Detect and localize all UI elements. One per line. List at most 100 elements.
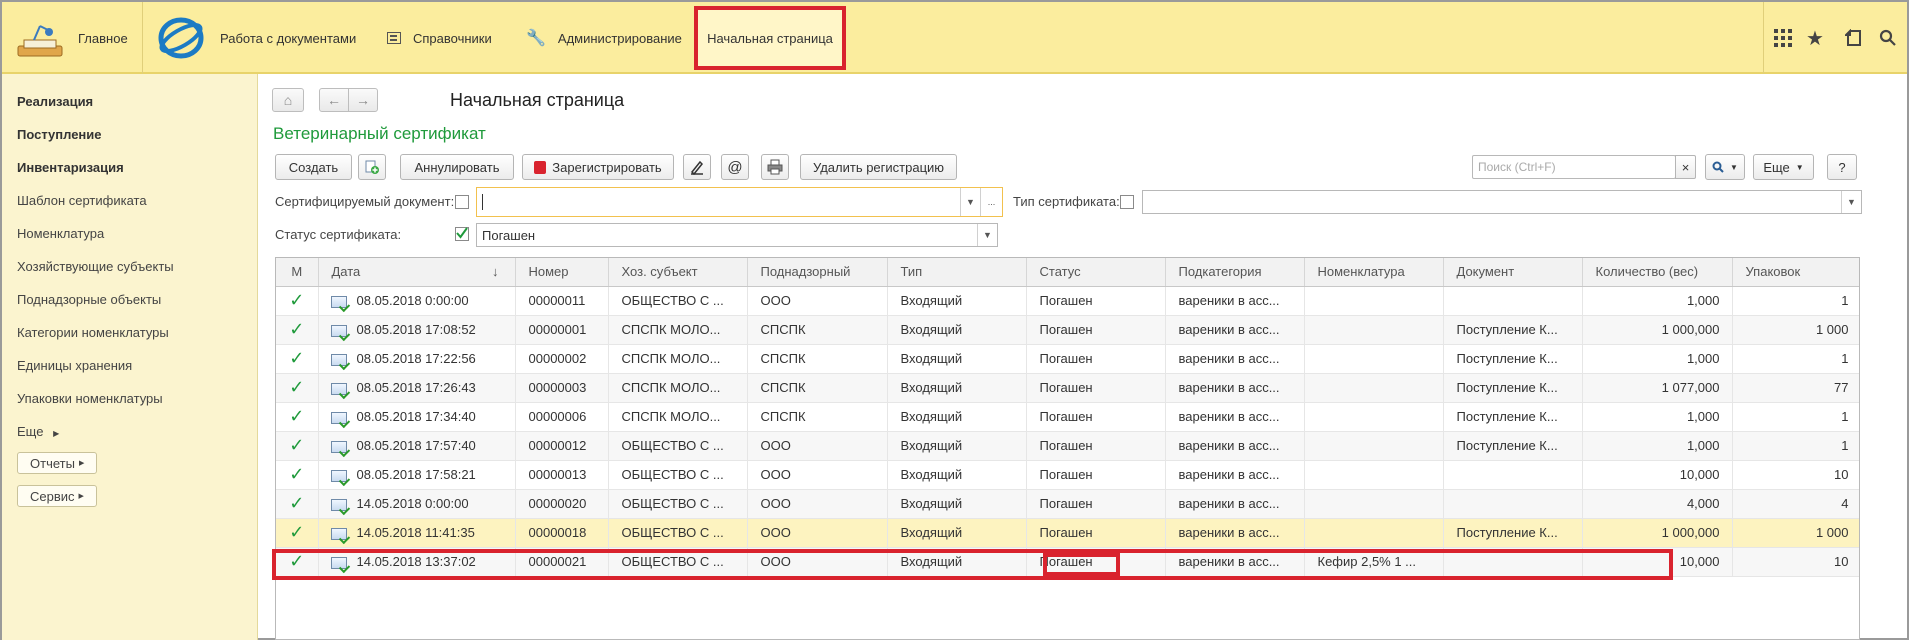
create-button[interactable]: Создать xyxy=(275,154,352,180)
help-button[interactable]: ? xyxy=(1827,154,1857,180)
cell-status[interactable]: Погашен xyxy=(1026,402,1166,432)
cell-date[interactable]: 08.05.2018 17:58:21 xyxy=(318,460,516,490)
cell-mark[interactable]: ✓ xyxy=(276,431,319,461)
cell-quantity[interactable]: 1,000 xyxy=(1582,344,1733,374)
cell-packages[interactable]: 1 xyxy=(1732,286,1859,316)
cell-number[interactable]: 00000002 xyxy=(515,344,609,374)
sidebar-item-nomenclature[interactable]: Номенклатура xyxy=(17,226,104,241)
cell-date[interactable]: 14.05.2018 11:41:35 xyxy=(318,518,516,548)
tab-home-page[interactable]: Начальная страница xyxy=(694,6,846,70)
apps-grid-icon[interactable] xyxy=(1771,26,1795,50)
cell-packages[interactable]: 1 xyxy=(1732,431,1859,461)
col-header-quantity[interactable]: Количество (вес) xyxy=(1582,258,1733,287)
cell-number[interactable]: 00000001 xyxy=(515,315,609,345)
section-documents[interactable]: Работа с документами xyxy=(156,2,356,74)
cell-supervised[interactable]: СПСПК xyxy=(747,402,888,432)
sidebar-item-storage-units[interactable]: Единицы хранения xyxy=(17,358,132,373)
section-administration[interactable]: 🔧 Администрирование xyxy=(526,2,682,74)
cell-status[interactable]: Погашен xyxy=(1026,431,1166,461)
cell-nomenclature[interactable] xyxy=(1304,344,1444,374)
cell-date[interactable]: 08.05.2018 17:57:40 xyxy=(318,431,516,461)
cell-quantity[interactable]: 1 000,000 xyxy=(1582,315,1733,345)
email-button[interactable]: @ xyxy=(721,154,749,180)
sidebar-item-nomenclature-categories[interactable]: Категории номенклатуры xyxy=(17,325,169,340)
sidebar-item-sales[interactable]: Реализация xyxy=(17,94,93,109)
table-row[interactable]: ✓ 14.05.2018 13:37:02 00000021 ОБЩЕСТВО С .… xyxy=(276,547,1859,577)
sidebar-item-supervised-objects[interactable]: Поднадзорные объекты xyxy=(17,292,161,307)
cell-quantity[interactable]: 1 000,000 xyxy=(1582,518,1733,548)
search-input-box[interactable]: Поиск (Ctrl+F) xyxy=(1472,155,1676,179)
cell-type[interactable]: Входящий xyxy=(887,286,1027,316)
cell-packages[interactable]: 10 xyxy=(1732,547,1859,577)
cell-subcategory[interactable]: вареники в асс... xyxy=(1165,460,1305,490)
cell-subcategory[interactable]: вареники в асс... xyxy=(1165,344,1305,374)
cell-quantity[interactable]: 1,000 xyxy=(1582,286,1733,316)
cell-mark[interactable]: ✓ xyxy=(276,489,319,519)
cell-mark[interactable]: ✓ xyxy=(276,547,319,577)
table-row[interactable]: ✓ 14.05.2018 0:00:00 00000020 ОБЩЕСТВО С ..… xyxy=(276,489,1859,519)
register-button[interactable]: Зарегистрировать xyxy=(522,154,674,180)
cell-packages[interactable]: 1 xyxy=(1732,344,1859,374)
cert-type-checkbox[interactable] xyxy=(1120,195,1134,209)
delete-registration-button[interactable]: Удалить регистрацию xyxy=(800,154,957,180)
cell-number[interactable]: 00000011 xyxy=(515,286,609,316)
sidebar-item-business-entities[interactable]: Хозяйствующие субъекты xyxy=(17,259,174,274)
cell-packages[interactable]: 1 000 xyxy=(1732,315,1859,345)
cell-status[interactable]: Погашен xyxy=(1026,547,1166,577)
cell-date[interactable]: 08.05.2018 0:00:00 xyxy=(318,286,516,316)
cell-document[interactable] xyxy=(1443,547,1583,577)
star-icon[interactable]: ★ xyxy=(1803,26,1827,50)
cert-status-input[interactable]: Погашен ▼ xyxy=(476,223,998,247)
col-header-supervised[interactable]: Поднадзорный xyxy=(747,258,888,287)
cell-date[interactable]: 08.05.2018 17:08:52 xyxy=(318,315,516,345)
cell-number[interactable]: 00000013 xyxy=(515,460,609,490)
cert-type-dropdown[interactable]: ▼ xyxy=(1841,191,1861,213)
cell-subject[interactable]: СПСПК МОЛО... xyxy=(608,402,748,432)
table-row[interactable]: ✓ 08.05.2018 0:00:00 00000011 ОБЩЕСТВО С ..… xyxy=(276,286,1859,316)
cell-mark[interactable]: ✓ xyxy=(276,344,319,374)
cell-document[interactable]: Поступление К... xyxy=(1443,373,1583,403)
cell-quantity[interactable]: 10,000 xyxy=(1582,547,1733,577)
cell-subject[interactable]: ОБЩЕСТВО С ... xyxy=(608,460,748,490)
cell-supervised[interactable]: ООО xyxy=(747,518,888,548)
table-row[interactable]: ✓ 08.05.2018 17:22:56 00000002 СПСПК МОЛО..… xyxy=(276,344,1859,374)
cell-subject[interactable]: ОБЩЕСТВО С ... xyxy=(608,518,748,548)
cell-nomenclature[interactable] xyxy=(1304,286,1444,316)
sidebar-item-receipts[interactable]: Поступление xyxy=(17,127,102,142)
col-header-date[interactable]: Дата ↓ xyxy=(318,258,516,287)
cell-document[interactable]: Поступление К... xyxy=(1443,344,1583,374)
cell-mark[interactable]: ✓ xyxy=(276,315,319,345)
cell-status[interactable]: Погашен xyxy=(1026,489,1166,519)
cell-subcategory[interactable]: вареники в асс... xyxy=(1165,547,1305,577)
cell-type[interactable]: Входящий xyxy=(887,373,1027,403)
col-header-type[interactable]: Тип xyxy=(887,258,1027,287)
cell-subcategory[interactable]: вареники в асс... xyxy=(1165,431,1305,461)
cell-supervised[interactable]: СПСПК xyxy=(747,344,888,374)
cell-quantity[interactable]: 10,000 xyxy=(1582,460,1733,490)
cell-quantity[interactable]: 1 077,000 xyxy=(1582,373,1733,403)
col-header-mark[interactable]: М xyxy=(276,258,319,287)
cell-type[interactable]: Входящий xyxy=(887,518,1027,548)
cell-date[interactable]: 08.05.2018 17:34:40 xyxy=(318,402,516,432)
cell-mark[interactable]: ✓ xyxy=(276,518,319,548)
cell-supervised[interactable]: ООО xyxy=(747,489,888,519)
search-icon[interactable] xyxy=(1876,26,1900,50)
cell-quantity[interactable]: 4,000 xyxy=(1582,489,1733,519)
cell-nomenclature[interactable] xyxy=(1304,402,1444,432)
cell-type[interactable]: Входящий xyxy=(887,402,1027,432)
sidebar-item-packages[interactable]: Упаковки номенклатуры xyxy=(17,391,163,406)
cell-nomenclature[interactable] xyxy=(1304,315,1444,345)
cell-subject[interactable]: ОБЩЕСТВО С ... xyxy=(608,286,748,316)
cell-type[interactable]: Входящий xyxy=(887,460,1027,490)
col-header-nomenclature[interactable]: Номенклатура xyxy=(1304,258,1444,287)
cert-type-input[interactable]: ▼ xyxy=(1142,190,1862,214)
cell-nomenclature[interactable] xyxy=(1304,431,1444,461)
table-row[interactable]: ✓ 08.05.2018 17:08:52 00000001 СПСПК МОЛО..… xyxy=(276,315,1859,345)
col-header-subject[interactable]: Хоз. субъект xyxy=(608,258,748,287)
cell-subject[interactable]: СПСПК МОЛО... xyxy=(608,344,748,374)
col-header-subcategory[interactable]: Подкатегория xyxy=(1165,258,1305,287)
cell-nomenclature[interactable] xyxy=(1304,373,1444,403)
cell-document[interactable]: Поступление К... xyxy=(1443,431,1583,461)
cell-mark[interactable]: ✓ xyxy=(276,402,319,432)
cell-status[interactable]: Погашен xyxy=(1026,460,1166,490)
